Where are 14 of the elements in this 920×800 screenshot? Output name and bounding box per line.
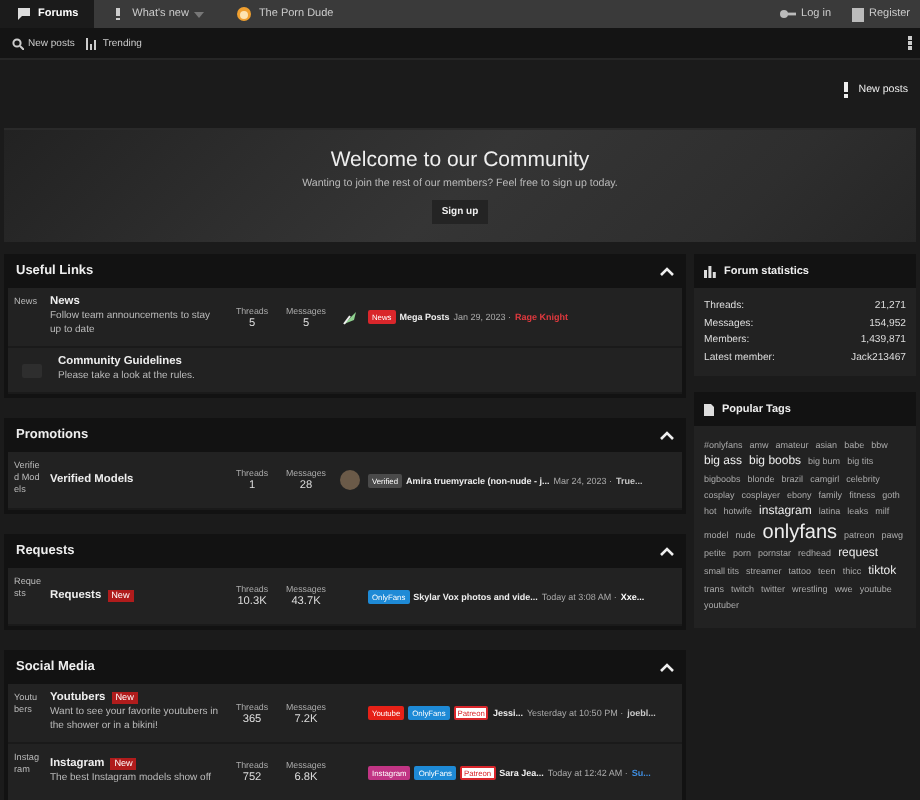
key-icon bbox=[779, 8, 796, 20]
collapse-chevron-icon[interactable] bbox=[660, 266, 674, 276]
bar-chart-icon bbox=[704, 265, 716, 277]
dropdown-caret-icon bbox=[194, 10, 205, 18]
collapse-chevron-icon[interactable] bbox=[660, 430, 674, 440]
tag-link[interactable]: onlyfans bbox=[762, 522, 838, 544]
exclamation-icon bbox=[842, 82, 851, 98]
chart-icon bbox=[86, 37, 99, 49]
banner-title: Welcome to our Community bbox=[330, 148, 590, 172]
document-icon bbox=[704, 403, 714, 415]
collapse-chevron-icon[interactable] bbox=[660, 546, 674, 556]
search-icon bbox=[12, 37, 24, 49]
chat-bubble-icon bbox=[16, 6, 32, 22]
collapse-chevron-icon[interactable] bbox=[660, 662, 674, 672]
